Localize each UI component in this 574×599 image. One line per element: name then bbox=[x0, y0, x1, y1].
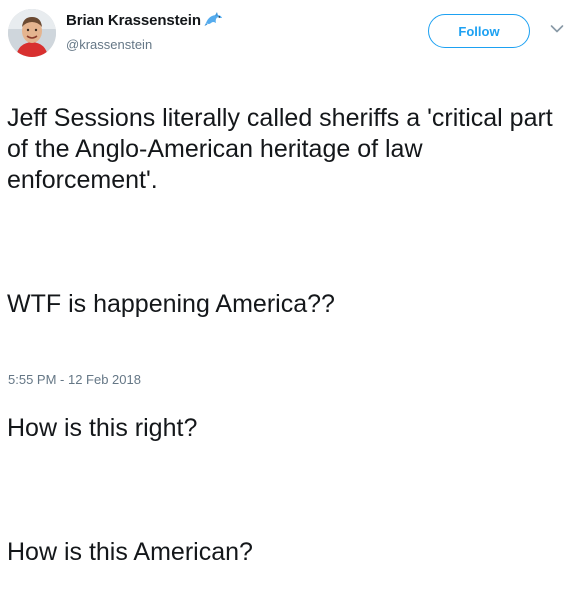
chevron-down-icon[interactable] bbox=[550, 24, 564, 34]
tweet-card: Brian Krassenstein @krassenstein Follow … bbox=[0, 0, 574, 566]
tweet-paragraph: WTF is happening America?? bbox=[7, 290, 335, 318]
tweet-text: Jeff Sessions literally called sheriffs … bbox=[7, 72, 562, 599]
avatar[interactable] bbox=[8, 9, 56, 57]
author-handle[interactable]: @krassenstein bbox=[66, 37, 152, 52]
author-display-name[interactable]: Brian Krassenstein bbox=[66, 12, 201, 29]
tweet-paragraph: How is this right? bbox=[7, 414, 198, 442]
dolphin-icon bbox=[204, 12, 222, 26]
tweet-paragraph: Jeff Sessions literally called sheriffs … bbox=[7, 104, 553, 194]
author-name-row: Brian Krassenstein bbox=[66, 11, 224, 29]
tweet-paragraph: How is this American? bbox=[7, 538, 253, 566]
tweet-timestamp[interactable]: 5:55 PM - 12 Feb 2018 bbox=[8, 372, 141, 387]
follow-button[interactable]: Follow bbox=[428, 14, 530, 48]
avatar-image bbox=[8, 9, 56, 57]
